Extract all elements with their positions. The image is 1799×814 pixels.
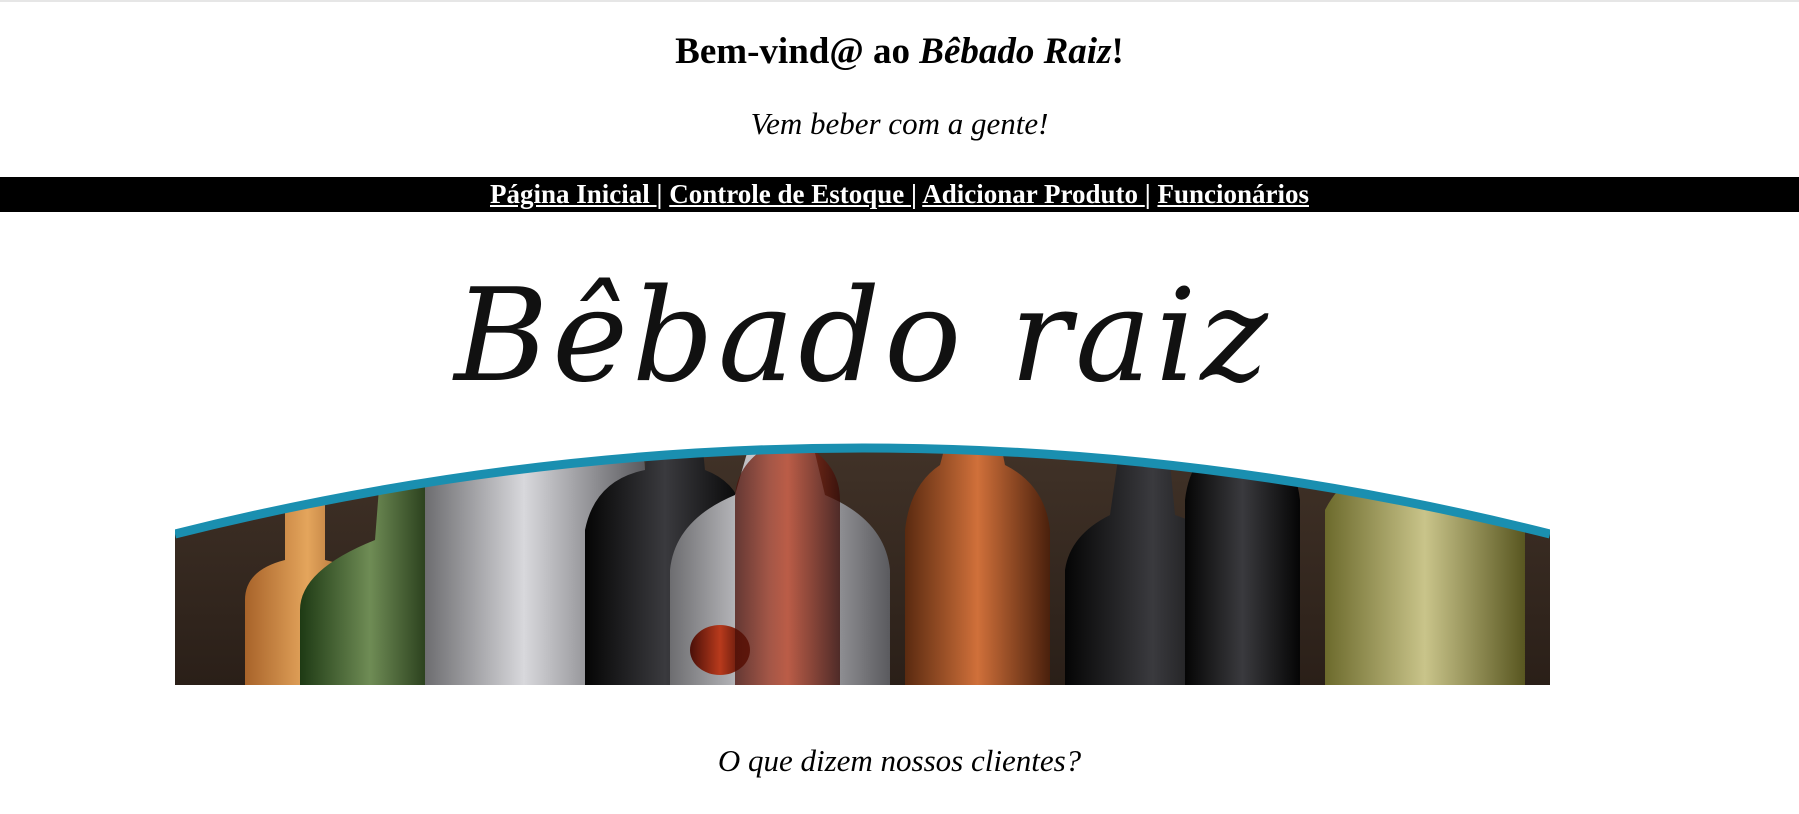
nav-separator: | — [911, 179, 917, 209]
page: Bem-vind@ ao Bêbado Raiz! Vem beber com … — [0, 0, 1799, 814]
nav-separator: | — [1144, 179, 1151, 209]
clients-heading: O que dizem nossos clientes? — [717, 743, 1082, 778]
nav-stock-control-link[interactable]: Controle de Estoque — [669, 179, 911, 209]
tagline: Vem beber com a gente! — [750, 106, 1049, 141]
nav-employees-link[interactable]: Funcionários — [1157, 179, 1309, 209]
nav-home-link[interactable]: Página Inicial — [490, 179, 657, 209]
nav-separator: | — [656, 179, 663, 209]
banner-image: Bêbado raiz — [175, 270, 1550, 685]
banner-logo-text: Bêbado raiz — [452, 270, 1272, 411]
welcome-heading: Bem-vind@ ao Bêbado Raiz! — [0, 28, 1799, 76]
main-nav: Página Inicial | Controle de Estoque | A… — [0, 177, 1799, 212]
welcome-prefix: Bem-vind@ ao — [675, 31, 920, 72]
welcome-suffix: ! — [1111, 31, 1124, 72]
top-divider — [0, 0, 1799, 2]
nav-add-product-link[interactable]: Adicionar Produto — [922, 179, 1145, 209]
welcome-brand: Bêbado Raiz — [919, 31, 1112, 72]
